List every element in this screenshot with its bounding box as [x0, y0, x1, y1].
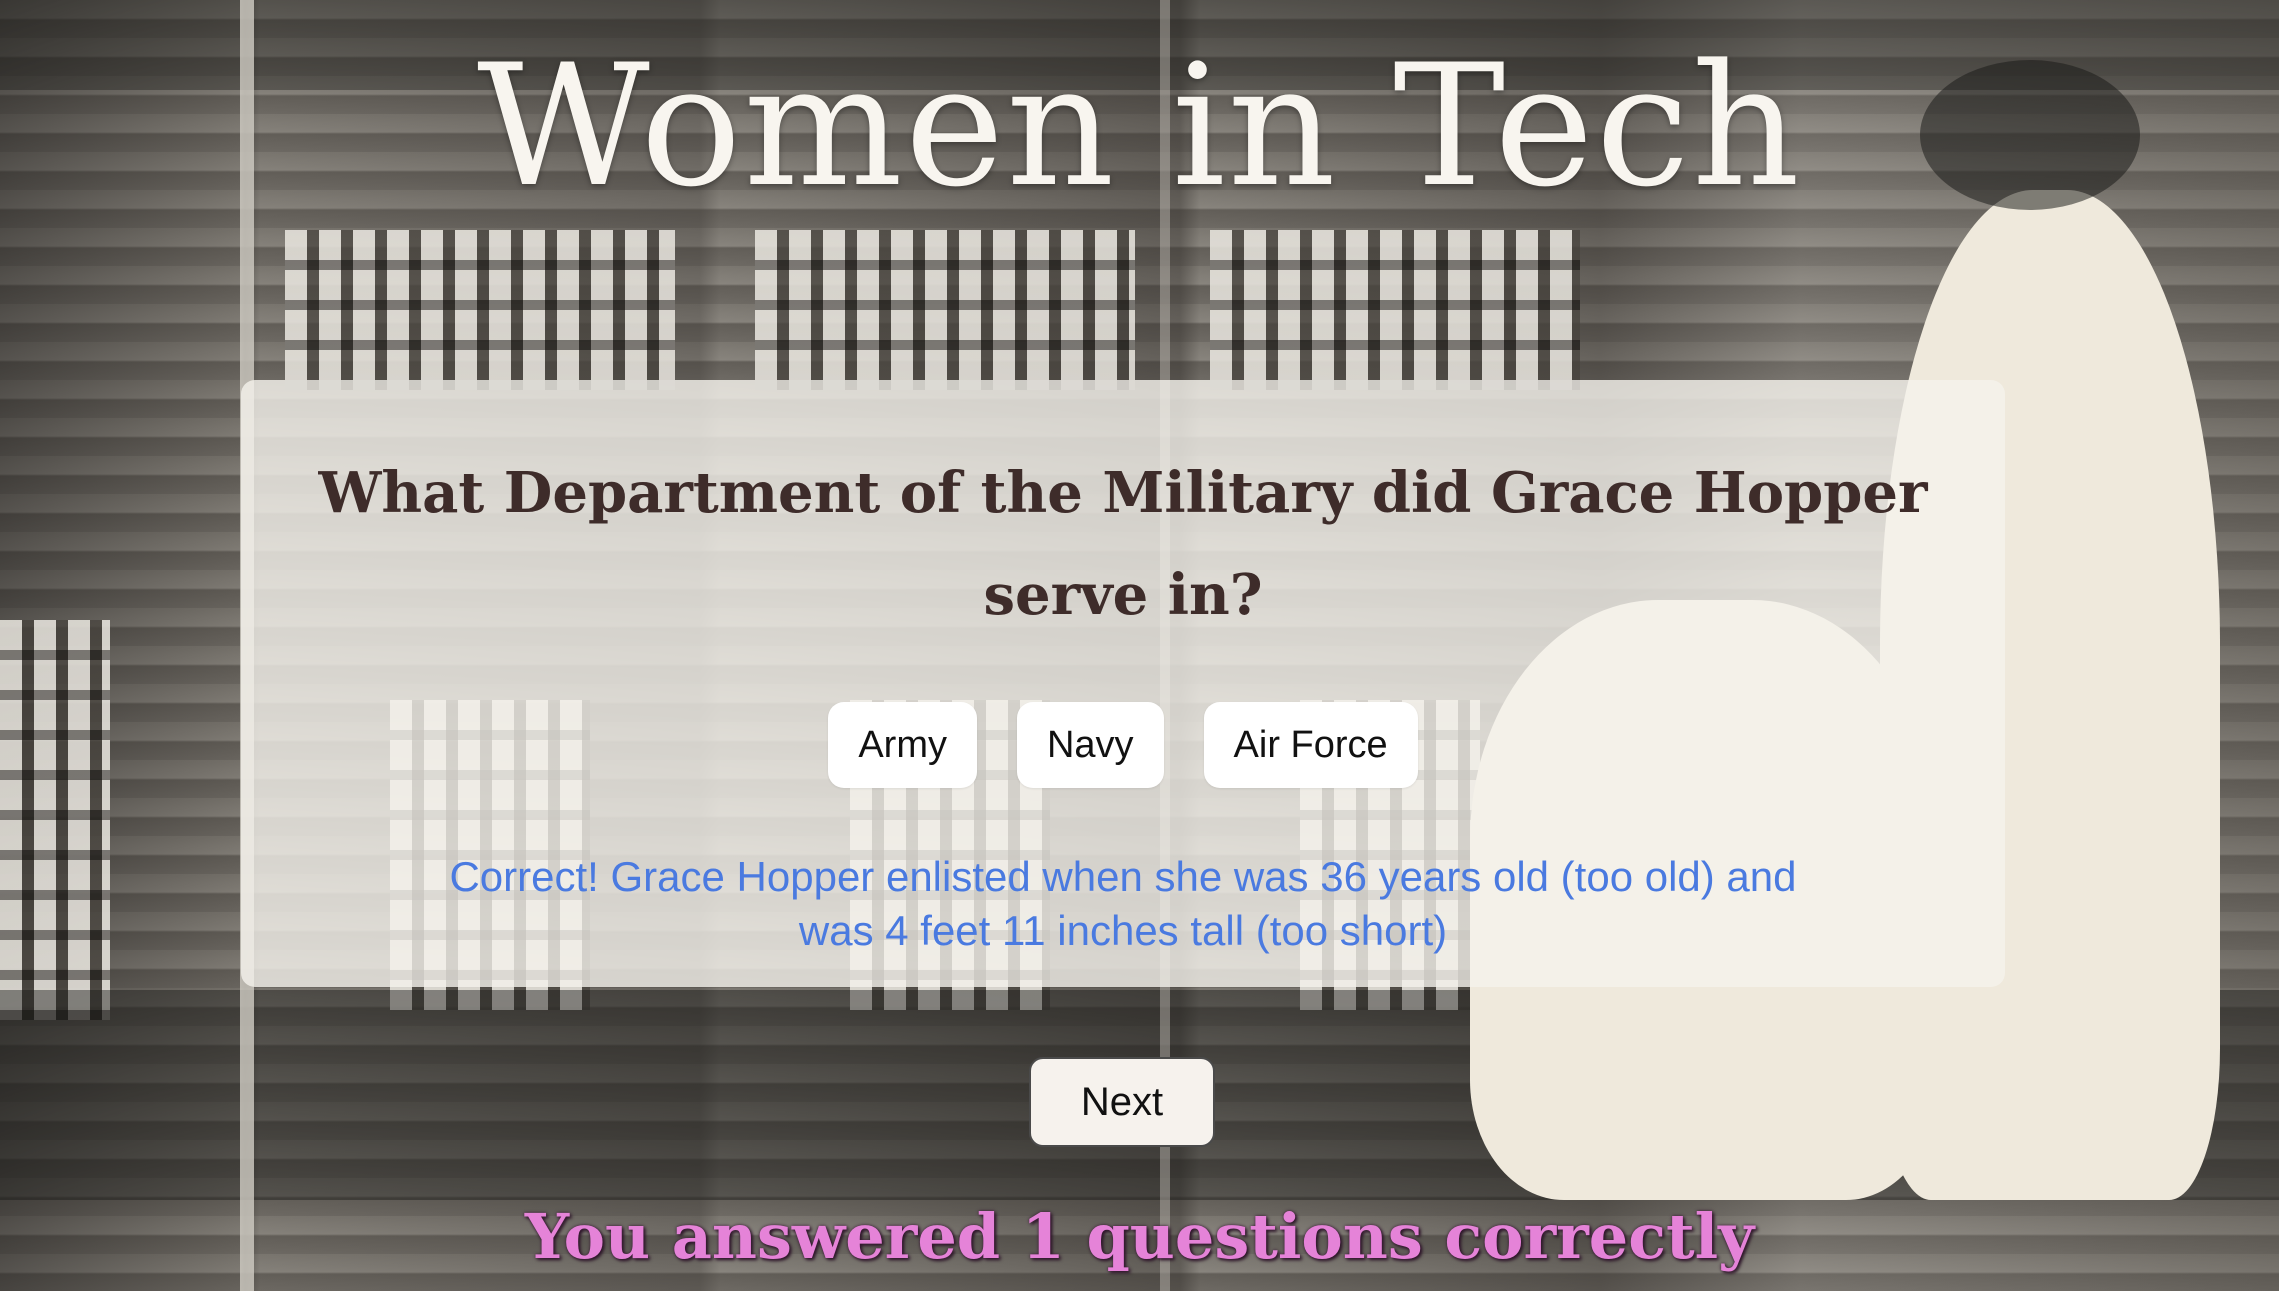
feedback-text: Correct! Grace Hopper enlisted when she … — [449, 853, 1797, 954]
page-title: Women in Tech — [477, 28, 1802, 224]
feedback-container: Correct! Grace Hopper enlisted when she … — [241, 850, 2005, 958]
answer-army-button[interactable]: Army — [828, 702, 977, 788]
answer-air-force-button[interactable]: Air Force — [1203, 702, 1418, 788]
next-button[interactable]: Next — [1029, 1057, 1215, 1147]
score-text: You answered 1 questions correctly — [524, 1200, 1755, 1273]
question-text-container: What Department of the Military did Grac… — [241, 442, 2005, 646]
question-card: What Department of the Military did Grac… — [241, 380, 2005, 987]
question-text: What Department of the Military did Grac… — [318, 460, 1928, 628]
answer-options: Army Navy Air Force — [241, 702, 2005, 788]
answer-navy-button[interactable]: Navy — [1016, 702, 1164, 788]
